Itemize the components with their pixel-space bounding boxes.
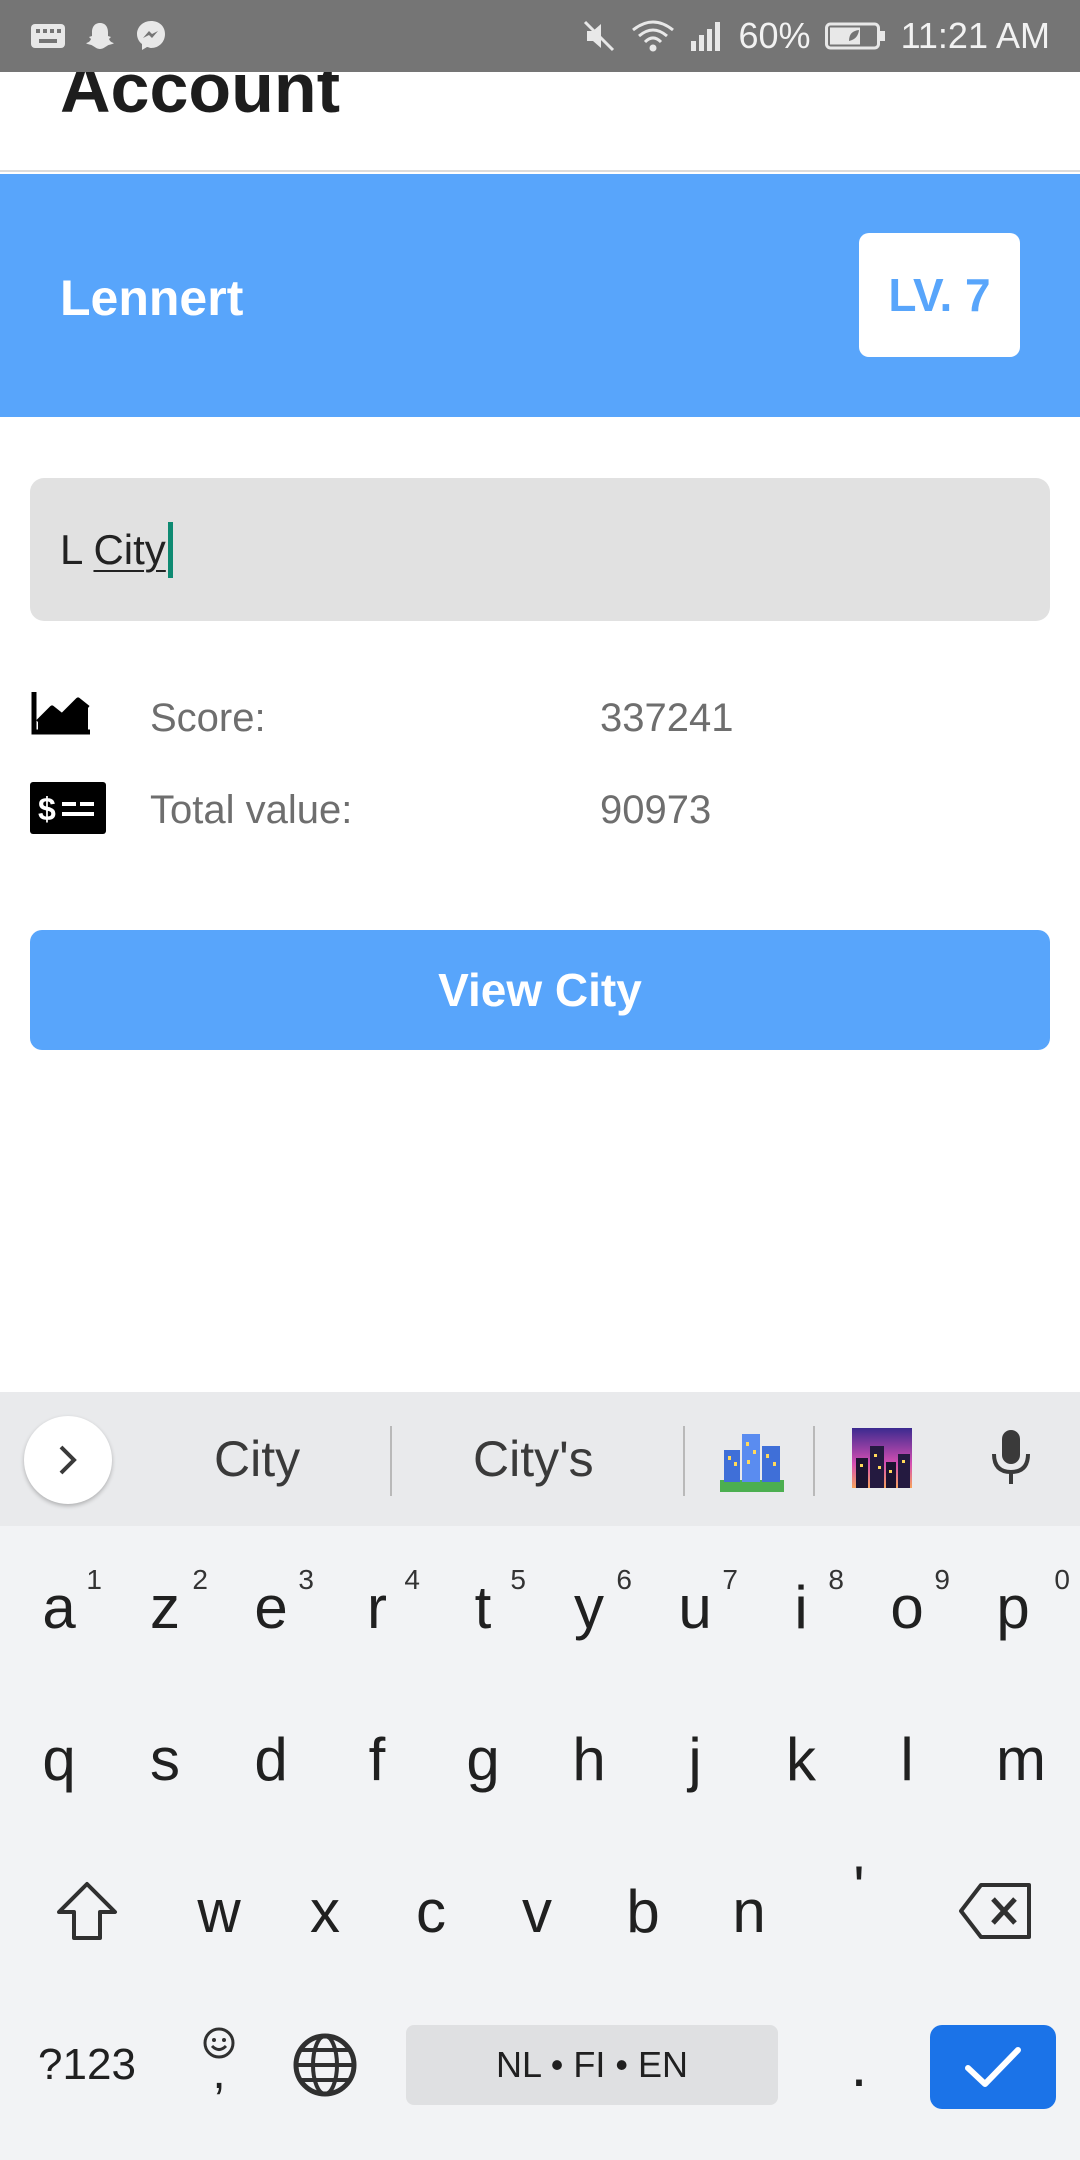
total-value-label: Total value:: [150, 788, 353, 832]
key-f[interactable]: f: [324, 1694, 430, 1824]
svg-text:$: $: [38, 791, 56, 827]
city-name-prefix: L: [60, 525, 94, 573]
key-x[interactable]: x: [272, 1846, 378, 1976]
score-label: Score:: [150, 696, 266, 740]
status-bar: 60% 11:21 AM: [0, 0, 1080, 72]
comma-emoji-key[interactable]: ,: [166, 1992, 272, 2122]
key-u[interactable]: u7: [642, 1542, 748, 1672]
app-bar: Account: [0, 72, 1080, 172]
period-key[interactable]: .: [806, 2000, 912, 2130]
key-b[interactable]: b: [590, 1846, 696, 1976]
key-w[interactable]: w: [166, 1846, 272, 1976]
symbols-key[interactable]: ?123: [22, 2000, 152, 2130]
chevron-right-icon: [59, 1445, 77, 1475]
key-c[interactable]: c: [378, 1846, 484, 1976]
suggestion-2[interactable]: City's: [473, 1430, 594, 1488]
key-i[interactable]: i8: [748, 1542, 854, 1672]
key-q[interactable]: q: [6, 1694, 112, 1824]
key-s[interactable]: s: [112, 1694, 218, 1824]
key-m[interactable]: m: [968, 1694, 1074, 1824]
globe-icon: [293, 2033, 357, 2097]
key-p[interactable]: p0: [960, 1542, 1070, 1672]
keyboard-icon: [30, 22, 66, 50]
messenger-icon: [134, 19, 168, 53]
profile-header: Lennert LV. 7: [0, 174, 1080, 417]
key-t[interactable]: t5: [430, 1542, 536, 1672]
battery-percent: 60%: [738, 15, 811, 56]
key-y[interactable]: y6: [536, 1542, 642, 1672]
mute-icon: [581, 18, 617, 54]
microphone-icon[interactable]: [988, 1428, 1034, 1493]
total-value-row: $ Total value: 90973: [30, 780, 1050, 850]
total-value-value: 90973: [600, 788, 712, 832]
city-dusk-emoji[interactable]: [852, 1428, 916, 1492]
battery-icon: [824, 21, 887, 51]
key-o[interactable]: o9: [854, 1542, 960, 1672]
wifi-icon: [631, 18, 675, 54]
suggestion-strip: City City's: [0, 1392, 1080, 1526]
score-value: 337241: [600, 696, 734, 740]
text-cursor: [167, 521, 173, 578]
key-a[interactable]: a1: [6, 1542, 112, 1672]
suggestion-divider: [683, 1426, 685, 1496]
suggestion-divider: [390, 1426, 392, 1496]
key-d[interactable]: d: [218, 1694, 324, 1824]
keyboard-expand-button[interactable]: [24, 1416, 112, 1504]
cityscape-emoji[interactable]: [720, 1428, 784, 1492]
signal-icon: [689, 19, 725, 53]
shift-icon: [57, 1882, 117, 1940]
player-name: Lennert: [60, 270, 244, 326]
space-bar[interactable]: NL • FI • EN: [406, 2025, 778, 2105]
view-city-button[interactable]: View City: [30, 930, 1050, 1050]
enter-key[interactable]: [930, 2025, 1056, 2109]
key-l[interactable]: l: [854, 1694, 960, 1824]
checkmark-icon: [965, 2047, 1021, 2087]
key-n[interactable]: n: [696, 1846, 802, 1976]
level-badge: LV. 7: [859, 233, 1020, 357]
suggestion-divider: [813, 1426, 815, 1496]
page-title: Account: [60, 72, 340, 127]
key-h[interactable]: h: [536, 1694, 642, 1824]
key-v[interactable]: v: [484, 1846, 590, 1976]
clock: 11:21 AM: [900, 15, 1050, 56]
money-bill-icon: $: [30, 780, 106, 841]
shift-key[interactable]: [32, 1846, 142, 1976]
key-r[interactable]: r4: [324, 1542, 430, 1672]
city-name-input[interactable]: L City: [30, 478, 1050, 621]
language-key[interactable]: [272, 2000, 378, 2130]
key-j[interactable]: j: [642, 1694, 748, 1824]
account-screen: 60% 11:21 AM Account Lennert LV. 7 L Cit…: [0, 0, 1080, 2160]
snapchat-icon: [84, 20, 116, 52]
suggestion-1[interactable]: City: [214, 1430, 300, 1488]
key-z[interactable]: z2: [112, 1542, 218, 1672]
soft-keyboard: City City's a1 z2 e3 r4 t5 y6 u7 i8 o9 p…: [0, 1392, 1080, 2160]
key-e[interactable]: e3: [218, 1542, 324, 1672]
key-g[interactable]: g: [430, 1694, 536, 1824]
trending-up-icon: [30, 688, 92, 743]
key-apostrophe[interactable]: ': [806, 1822, 912, 1952]
key-k[interactable]: k: [748, 1694, 854, 1824]
backspace-key[interactable]: [940, 1846, 1050, 1976]
city-name-composing-word: City: [93, 525, 166, 573]
backspace-icon: [959, 1883, 1031, 1939]
score-row: Score: 337241: [30, 688, 1050, 758]
